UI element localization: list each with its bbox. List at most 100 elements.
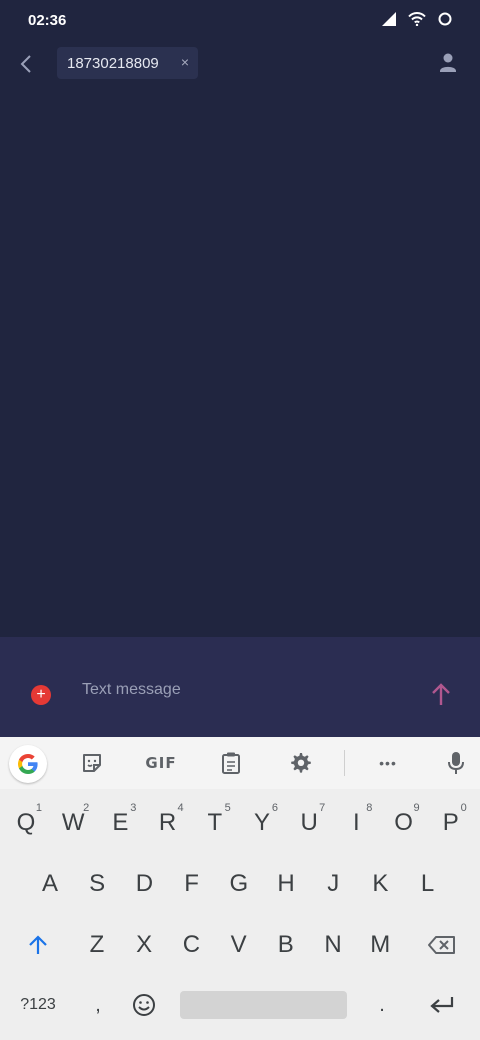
key-j[interactable]: J: [311, 862, 355, 906]
key-number-hint: 8: [366, 802, 373, 814]
key-s[interactable]: S: [75, 862, 119, 906]
google-button[interactable]: [9, 745, 47, 783]
key-label: P: [442, 809, 459, 836]
person-icon: [440, 53, 456, 72]
comma-key[interactable]: ,: [76, 983, 120, 1027]
key-label: I: [353, 809, 360, 836]
key-row-1: Q1W2E3R4T5Y6U7I8O9P0: [0, 801, 480, 845]
key-t[interactable]: T5: [193, 801, 237, 845]
key-number-hint: 6: [271, 802, 278, 814]
attach-button[interactable]: +: [31, 685, 51, 705]
key-l[interactable]: L: [406, 862, 450, 906]
key-m[interactable]: M: [358, 923, 402, 967]
smiley-icon: [133, 994, 155, 1016]
key-o[interactable]: O9: [382, 801, 426, 845]
space-key[interactable]: [180, 991, 347, 1019]
settings-button[interactable]: [288, 747, 314, 779]
recipient-chip[interactable]: 18730218809 ×: [57, 47, 198, 79]
status-time: 02:36: [28, 12, 67, 29]
key-number-hint: 0: [460, 802, 467, 814]
backspace-key[interactable]: [418, 923, 466, 967]
key-label: E: [112, 809, 129, 836]
wifi-icon: [408, 12, 426, 26]
key-z[interactable]: Z: [75, 923, 119, 967]
status-bar: 02:36: [0, 0, 480, 44]
key-f[interactable]: F: [170, 862, 214, 906]
key-p[interactable]: P0: [429, 801, 473, 845]
voice-input-button[interactable]: [444, 747, 468, 779]
plus-icon: +: [36, 686, 46, 703]
contact-button[interactable]: [438, 52, 458, 74]
send-button[interactable]: [430, 683, 452, 707]
symbols-key[interactable]: ?123: [8, 983, 68, 1027]
message-input[interactable]: [80, 677, 404, 703]
key-g[interactable]: G: [217, 862, 261, 906]
key-d[interactable]: D: [122, 862, 166, 906]
key-a[interactable]: A: [28, 862, 72, 906]
conversation-header: 18730218809 ×: [0, 44, 480, 84]
chevron-left-icon: [20, 55, 31, 73]
key-n[interactable]: N: [311, 923, 355, 967]
key-row-2: ASDFGHJKL: [0, 862, 480, 906]
toolbar-divider: [344, 750, 345, 776]
shift-arrow-icon: [29, 935, 47, 954]
microphone-icon: [448, 752, 464, 774]
clipboard-icon: [222, 752, 240, 774]
shift-key[interactable]: [14, 923, 62, 967]
recipient-number: 18730218809: [67, 54, 159, 72]
key-row-3: ZXCVBNM: [0, 923, 480, 967]
emoji-key[interactable]: [122, 983, 166, 1027]
clipboard-button[interactable]: [218, 747, 244, 779]
key-b[interactable]: B: [264, 923, 308, 967]
circle-icon: [438, 12, 452, 26]
sticker-icon: [83, 754, 101, 772]
key-label: R: [158, 809, 177, 836]
key-number-hint: 2: [83, 802, 90, 814]
key-number-hint: 5: [224, 802, 231, 814]
key-number-hint: 4: [177, 802, 184, 814]
key-number-hint: 3: [130, 802, 137, 814]
key-x[interactable]: X: [122, 923, 166, 967]
gif-button[interactable]: GIF: [142, 747, 180, 779]
key-label: Q: [16, 809, 36, 836]
key-q[interactable]: Q1: [4, 801, 48, 845]
remove-recipient-button[interactable]: ×: [181, 54, 189, 70]
message-list: [0, 84, 480, 637]
google-g-icon: [18, 754, 38, 774]
key-k[interactable]: K: [358, 862, 402, 906]
period-key[interactable]: .: [360, 983, 404, 1027]
key-c[interactable]: C: [169, 923, 213, 967]
key-number-hint: 7: [319, 802, 326, 814]
arrow-up-icon: [432, 683, 450, 705]
sticker-button[interactable]: [78, 747, 106, 779]
key-number-hint: 1: [35, 802, 42, 814]
key-label: W: [61, 809, 85, 836]
key-label: Y: [253, 809, 270, 836]
keyboard: GIF ••• Q1W2E3R4T5Y6U 7 I 8 O 9 P 0 A S …: [0, 737, 480, 1040]
compose-bar: +: [0, 637, 480, 737]
key-e[interactable]: E3: [98, 801, 142, 845]
key-label: T: [207, 809, 223, 836]
enter-arrow-icon: [430, 997, 454, 1013]
signal-icon: [382, 12, 396, 26]
gear-icon: [291, 753, 311, 773]
key-w[interactable]: W2: [51, 801, 95, 845]
key-v[interactable]: V: [217, 923, 261, 967]
key-u[interactable]: U7: [287, 801, 331, 845]
enter-key[interactable]: [418, 983, 466, 1027]
status-icons: [382, 12, 452, 26]
key-h[interactable]: H: [264, 862, 308, 906]
key-label: O: [394, 809, 413, 836]
key-number-hint: 9: [413, 802, 420, 814]
keyboard-toolbar: GIF •••: [0, 737, 480, 789]
key-y[interactable]: Y6: [240, 801, 284, 845]
gif-label: GIF: [145, 754, 177, 772]
back-button[interactable]: [14, 50, 38, 78]
key-r[interactable]: R4: [146, 801, 190, 845]
backspace-icon: [428, 936, 455, 954]
more-icon: •••: [379, 755, 397, 771]
key-i[interactable]: I8: [334, 801, 378, 845]
more-button[interactable]: •••: [372, 747, 404, 779]
key-row-4: ?123 , .: [0, 983, 480, 1027]
key-label: U: [300, 809, 318, 836]
